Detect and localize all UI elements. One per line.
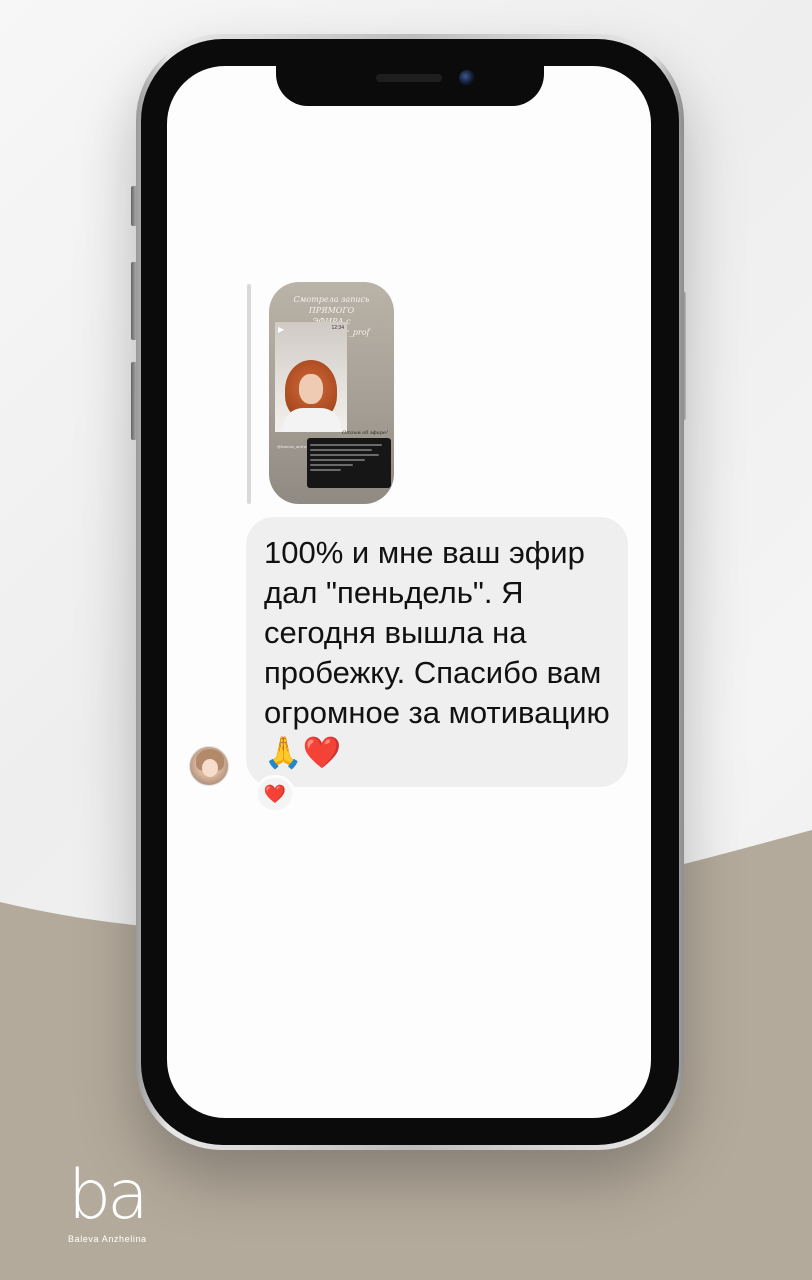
shared-story-preview[interactable]: Смотрела запись ПРЯМОГО ЭФИРА с @balle_e… (269, 282, 394, 504)
story-title-line-1: Смотрела запись ПРЯМОГО (293, 295, 370, 315)
brand-caption: Baleva Anzhelina (68, 1234, 147, 1244)
story-caption: Отзыв об эфире! (342, 430, 388, 436)
message-text: 100% и мне ваш эфир дал "пеньдель". Я се… (264, 533, 616, 773)
sender-avatar[interactable] (189, 746, 229, 786)
story-comment-box (307, 438, 391, 488)
brand-logo-mark: ba (68, 1156, 149, 1235)
phone-speaker (376, 74, 442, 82)
phone-notch (276, 60, 544, 106)
story-person-face (299, 374, 323, 404)
story-video-time: 12:34 (331, 325, 344, 331)
story-person-body (283, 408, 341, 432)
message-bubble[interactable]: 100% и мне ваш эфир дал "пеньдель". Я се… (246, 517, 628, 787)
camera-icon (459, 70, 475, 86)
heart-reaction-icon[interactable]: ❤️ (255, 775, 295, 813)
brand-logo: ba Baleva Anzhelina (68, 1156, 149, 1245)
avatar-face (202, 759, 218, 777)
reply-indicator-bar (247, 284, 251, 504)
play-icon[interactable]: ▶ (278, 325, 284, 334)
story-video-frame[interactable]: ▶ 12:34 (275, 322, 347, 432)
pray-heart-emoji: 🙏❤️ (264, 735, 342, 770)
story-handle: @balevia_anzhe (277, 444, 307, 449)
message-body: 100% и мне ваш эфир дал "пеньдель". Я се… (264, 535, 610, 730)
phone-screen: Смотрела запись ПРЯМОГО ЭФИРА с @balle_e… (167, 66, 651, 1118)
